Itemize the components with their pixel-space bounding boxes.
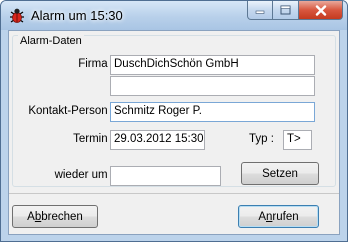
bug-icon	[10, 8, 24, 23]
termin-label: Termin :	[73, 133, 114, 145]
termin-field[interactable]: 29.03.2012 15:30	[110, 130, 205, 150]
abbrechen-button[interactable]: Ab brechen	[12, 205, 98, 228]
setzen-button[interactable]: Setzen	[241, 162, 319, 185]
close-button[interactable]	[299, 1, 343, 20]
firma-second-line-field[interactable]	[110, 76, 315, 96]
accelerator-key: b	[34, 210, 42, 223]
alarm-data-group: Alarm-Daten Firma : DuschDichSchön GmbH …	[12, 35, 336, 187]
kontakt-person-label: Kontakt-Person :	[28, 105, 114, 117]
close-icon	[315, 4, 326, 16]
dialog-client-area: Alarm-Daten Firma : DuschDichSchön GmbH …	[8, 30, 340, 235]
group-title: Alarm-Daten	[18, 35, 84, 47]
caption-buttons	[247, 1, 343, 20]
wieder-um-field[interactable]	[110, 166, 221, 186]
typ-label: Typ :	[249, 133, 274, 145]
anrufen-button[interactable]: An rufen	[238, 205, 319, 228]
accelerator-key: n	[266, 210, 273, 223]
window-title: Alarm um 15:30	[31, 8, 123, 23]
firma-label: Firma :	[78, 58, 114, 70]
maximize-button[interactable]	[273, 1, 299, 20]
minimize-button[interactable]	[247, 1, 273, 20]
typ-field[interactable]: T>	[283, 130, 312, 150]
maximize-icon	[280, 5, 291, 15]
alarm-window: Alarm um 15:30 Alarm-Daten Firma: Dusch…	[0, 0, 348, 242]
firma-field[interactable]: DuschDichSchön GmbH	[110, 55, 315, 75]
kontakt-person-field[interactable]: Schmitz Roger P.	[110, 102, 315, 122]
title-bar[interactable]: Alarm um 15:30	[1, 1, 347, 30]
minimize-icon	[255, 10, 265, 14]
wieder-um-label: wieder um :	[54, 169, 114, 181]
footer-separator	[9, 193, 339, 194]
